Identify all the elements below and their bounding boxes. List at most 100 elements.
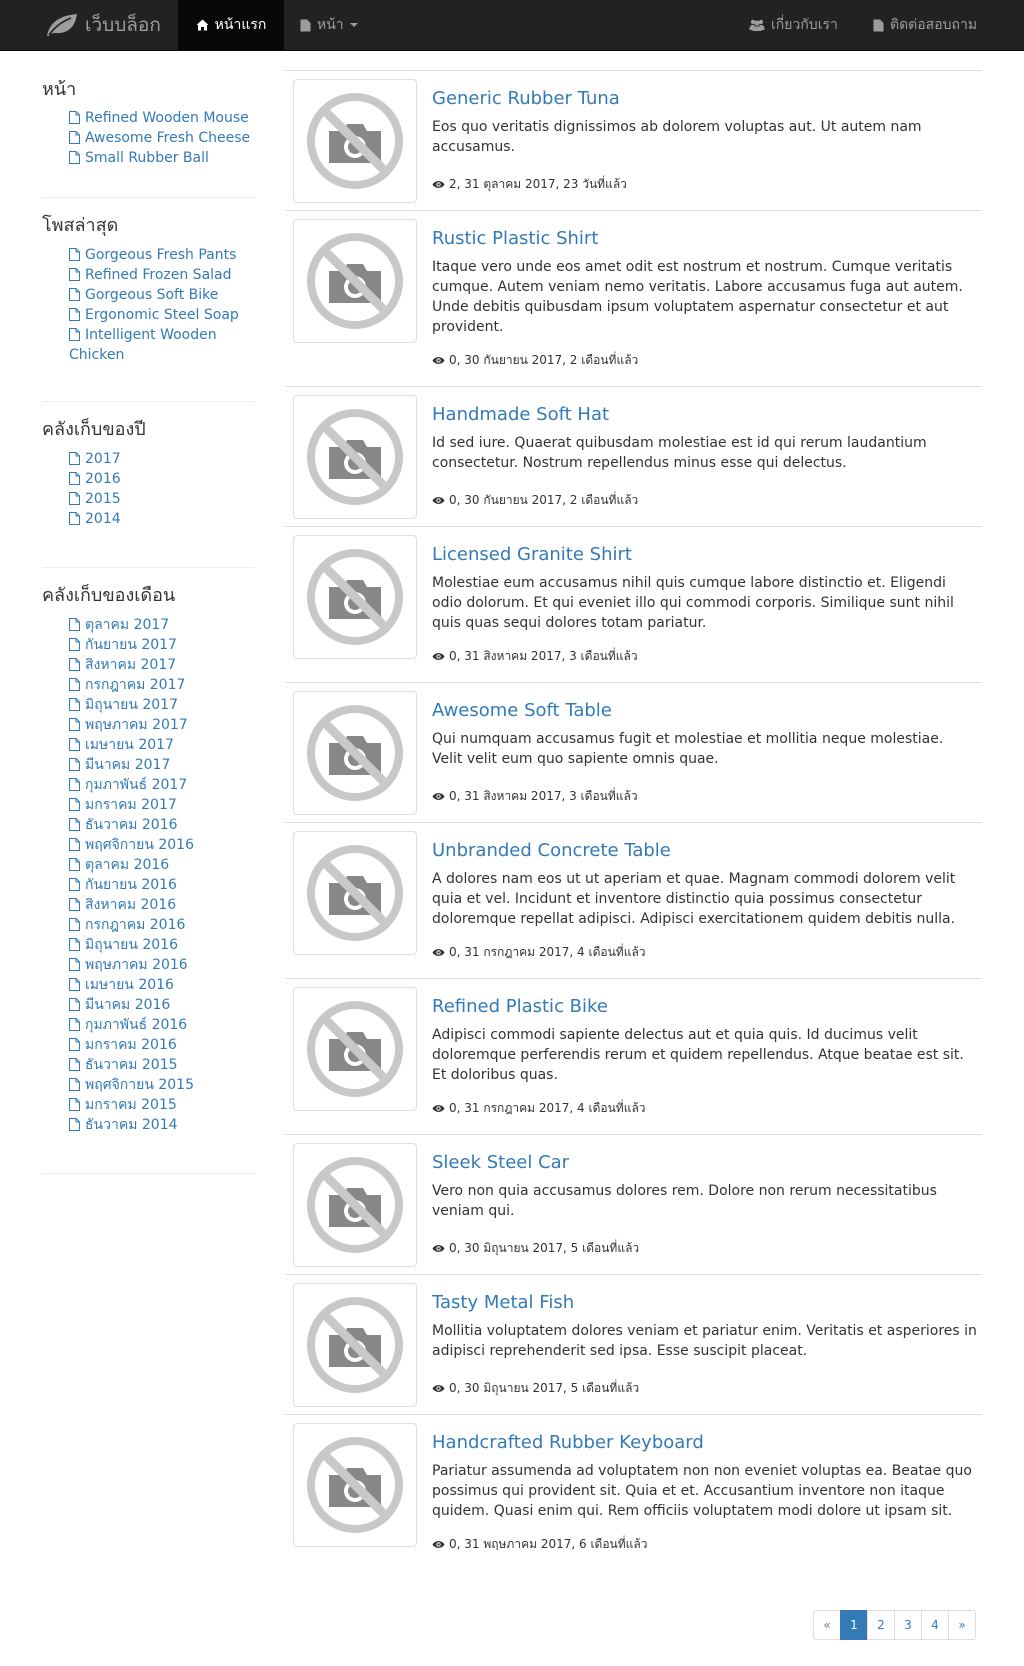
file-outline-icon bbox=[69, 838, 80, 851]
post-thumbnail[interactable] bbox=[293, 987, 417, 1111]
users-icon bbox=[749, 19, 765, 31]
sidebar-recent-link[interactable]: Gorgeous Fresh Pants bbox=[69, 245, 255, 265]
no-camera-icon bbox=[307, 93, 403, 189]
sidebar-month-link[interactable]: กรกฎาคม 2017 bbox=[69, 675, 255, 695]
sidebar-year-link[interactable]: 2015 bbox=[69, 489, 255, 509]
sidebar-month-link[interactable]: กันยายน 2016 bbox=[69, 875, 255, 895]
post-thumbnail[interactable] bbox=[293, 831, 417, 955]
sidebar-month-link[interactable]: เมษายน 2017 bbox=[69, 735, 255, 755]
sidebar-month-link[interactable]: กุมภาพันธ์ 2016 bbox=[69, 1015, 255, 1035]
post-item: Refined Plastic Bike Adipisci commodi sa… bbox=[285, 979, 982, 1135]
post-title-link[interactable]: Sleek Steel Car bbox=[432, 1151, 977, 1175]
post-thumbnail[interactable] bbox=[293, 395, 417, 519]
pagination-page[interactable]: 3 bbox=[894, 1610, 922, 1640]
post-meta: 0, 30 มิถุนายน 2017, 5 เดือนที่แล้ว bbox=[432, 1239, 639, 1258]
post-excerpt: Pariatur assumenda ad voluptatem non non… bbox=[432, 1463, 972, 1519]
sidebar-month-link[interactable]: สิงหาคม 2016 bbox=[69, 895, 255, 915]
post-title-link[interactable]: Handmade Soft Hat bbox=[432, 403, 977, 427]
no-camera-icon bbox=[307, 409, 403, 505]
file-outline-icon bbox=[69, 978, 80, 991]
sidebar-month-link[interactable]: ธันวาคม 2015 bbox=[69, 1055, 255, 1075]
post-title-link[interactable]: Rustic Plastic Shirt bbox=[432, 227, 977, 251]
sidebar-year-link[interactable]: 2017 bbox=[69, 449, 255, 469]
sidebar-page-link[interactable]: Awesome Fresh Cheese bbox=[69, 128, 255, 148]
post-thumbnail[interactable] bbox=[293, 535, 417, 659]
file-outline-icon bbox=[69, 618, 80, 631]
sidebar-link-label: ตุลาคม 2016 bbox=[85, 857, 170, 873]
post-thumbnail[interactable] bbox=[293, 1423, 417, 1547]
post-thumbnail[interactable] bbox=[293, 219, 417, 343]
pagination-prev[interactable]: « bbox=[813, 1610, 841, 1640]
sidebar-month-link[interactable]: กรกฎาคม 2016 bbox=[69, 915, 255, 935]
sidebar-link-label: 2014 bbox=[85, 511, 121, 527]
sidebar-month-link[interactable]: พฤษภาคม 2016 bbox=[69, 955, 255, 975]
post-title-link[interactable]: Awesome Soft Table bbox=[432, 699, 977, 723]
sidebar-month-link[interactable]: มกราคม 2017 bbox=[69, 795, 255, 815]
sidebar-year-link[interactable]: 2014 bbox=[69, 509, 255, 529]
post-thumbnail[interactable] bbox=[293, 1143, 417, 1267]
sidebar-month-link[interactable]: สิงหาคม 2017 bbox=[69, 655, 255, 675]
post-thumbnail[interactable] bbox=[293, 1283, 417, 1407]
sidebar-link-label: พฤศจิกายน 2015 bbox=[85, 1077, 194, 1093]
post-thumbnail[interactable] bbox=[293, 79, 417, 203]
sidebar-month-link[interactable]: กันยายน 2017 bbox=[69, 635, 255, 655]
post-meta-text: 0, 30 กันยายน 2017, 2 เดือนที่แล้ว bbox=[449, 353, 639, 367]
sidebar-month-link[interactable]: มกราคม 2016 bbox=[69, 1035, 255, 1055]
post-meta-text: 0, 31 พฤษภาคม 2017, 6 เดือนที่แล้ว bbox=[449, 1537, 648, 1551]
post-item: Tasty Metal Fish Mollitia voluptatem dol… bbox=[285, 1275, 982, 1415]
sidebar-link-label: กันยายน 2016 bbox=[85, 877, 177, 893]
sidebar-recent-link[interactable]: Intelligent Wooden Chicken bbox=[69, 325, 255, 365]
sidebar-page-link[interactable]: Refined Wooden Mouse bbox=[69, 108, 255, 128]
sidebar: หน้า Refined Wooden Mouse Awesome Fresh … bbox=[42, 72, 255, 1174]
sidebar-month-link[interactable]: มิถุนายน 2016 bbox=[69, 935, 255, 955]
pagination-next[interactable]: » bbox=[948, 1610, 976, 1640]
sidebar-recent-link[interactable]: Refined Frozen Salad bbox=[69, 265, 255, 285]
post-title-link[interactable]: Refined Plastic Bike bbox=[432, 995, 977, 1019]
sidebar-recent-link[interactable]: Gorgeous Soft Bike bbox=[69, 285, 255, 305]
sidebar-link-label: 2016 bbox=[85, 471, 121, 487]
nav-pages-dropdown[interactable]: หน้า bbox=[300, 0, 358, 50]
no-camera-icon bbox=[307, 845, 403, 941]
sidebar-month-link[interactable]: กุมภาพันธ์ 2017 bbox=[69, 775, 255, 795]
sidebar-month-link[interactable]: มีนาคม 2017 bbox=[69, 755, 255, 775]
sidebar-month-link[interactable]: ธันวาคม 2014 bbox=[69, 1115, 255, 1135]
sidebar-month-link[interactable]: มีนาคม 2016 bbox=[69, 995, 255, 1015]
sidebar-month-link[interactable]: พฤศจิกายน 2015 bbox=[69, 1075, 255, 1095]
post-title-link[interactable]: Tasty Metal Fish bbox=[432, 1291, 977, 1315]
post-title-link[interactable]: Licensed Granite Shirt bbox=[432, 543, 977, 567]
nav-contact[interactable]: ติดต่อสอบถาม bbox=[873, 0, 977, 50]
sidebar-link-label: Gorgeous Fresh Pants bbox=[85, 247, 237, 263]
file-outline-icon bbox=[69, 288, 80, 301]
pagination-page[interactable]: 1 bbox=[840, 1610, 868, 1640]
post-body: Generic Rubber Tuna Eos quo veritatis di… bbox=[432, 71, 977, 157]
file-outline-icon bbox=[69, 111, 80, 124]
pagination-page[interactable]: 4 bbox=[921, 1610, 949, 1640]
sidebar-link-label: ตุลาคม 2017 bbox=[85, 617, 170, 633]
post-title-link[interactable]: Unbranded Concrete Table bbox=[432, 839, 977, 863]
eye-icon bbox=[432, 949, 445, 956]
nav-about[interactable]: เกี่ยวกับเรา bbox=[749, 0, 838, 50]
sidebar-recent-link[interactable]: Ergonomic Steel Soap bbox=[69, 305, 255, 325]
sidebar-month-link[interactable]: ตุลาคม 2017 bbox=[69, 615, 255, 635]
sidebar-link-label: กันยายน 2017 bbox=[85, 637, 177, 653]
sidebar-month-link[interactable]: พฤศจิกายน 2016 bbox=[69, 835, 255, 855]
sidebar-link-label: พฤศจิกายน 2016 bbox=[85, 837, 194, 853]
post-title-link[interactable]: Generic Rubber Tuna bbox=[432, 87, 977, 111]
post-thumbnail[interactable] bbox=[293, 691, 417, 815]
no-camera-icon bbox=[307, 1297, 403, 1393]
sidebar-month-link[interactable]: มกราคม 2015 bbox=[69, 1095, 255, 1115]
post-meta: 0, 30 มิถุนายน 2017, 5 เดือนที่แล้ว bbox=[432, 1379, 639, 1398]
pagination-page[interactable]: 2 bbox=[867, 1610, 895, 1640]
sidebar-recent-list: Gorgeous Fresh Pants Refined Frozen Sala… bbox=[42, 245, 255, 365]
sidebar-page-link[interactable]: Small Rubber Ball bbox=[69, 148, 255, 168]
brand-link[interactable]: เว็บบล็อก bbox=[45, 7, 161, 43]
nav-home[interactable]: หน้าแรก bbox=[178, 0, 284, 50]
sidebar-month-link[interactable]: ธันวาคม 2016 bbox=[69, 815, 255, 835]
sidebar-month-link[interactable]: เมษายน 2016 bbox=[69, 975, 255, 995]
sidebar-month-link[interactable]: พฤษภาคม 2017 bbox=[69, 715, 255, 735]
sidebar-month-link[interactable]: มิถุนายน 2017 bbox=[69, 695, 255, 715]
sidebar-month-link[interactable]: ตุลาคม 2016 bbox=[69, 855, 255, 875]
post-title-link[interactable]: Handcrafted Rubber Keyboard bbox=[432, 1431, 977, 1455]
sidebar-link-label: มิถุนายน 2016 bbox=[85, 937, 178, 953]
sidebar-year-link[interactable]: 2016 bbox=[69, 469, 255, 489]
